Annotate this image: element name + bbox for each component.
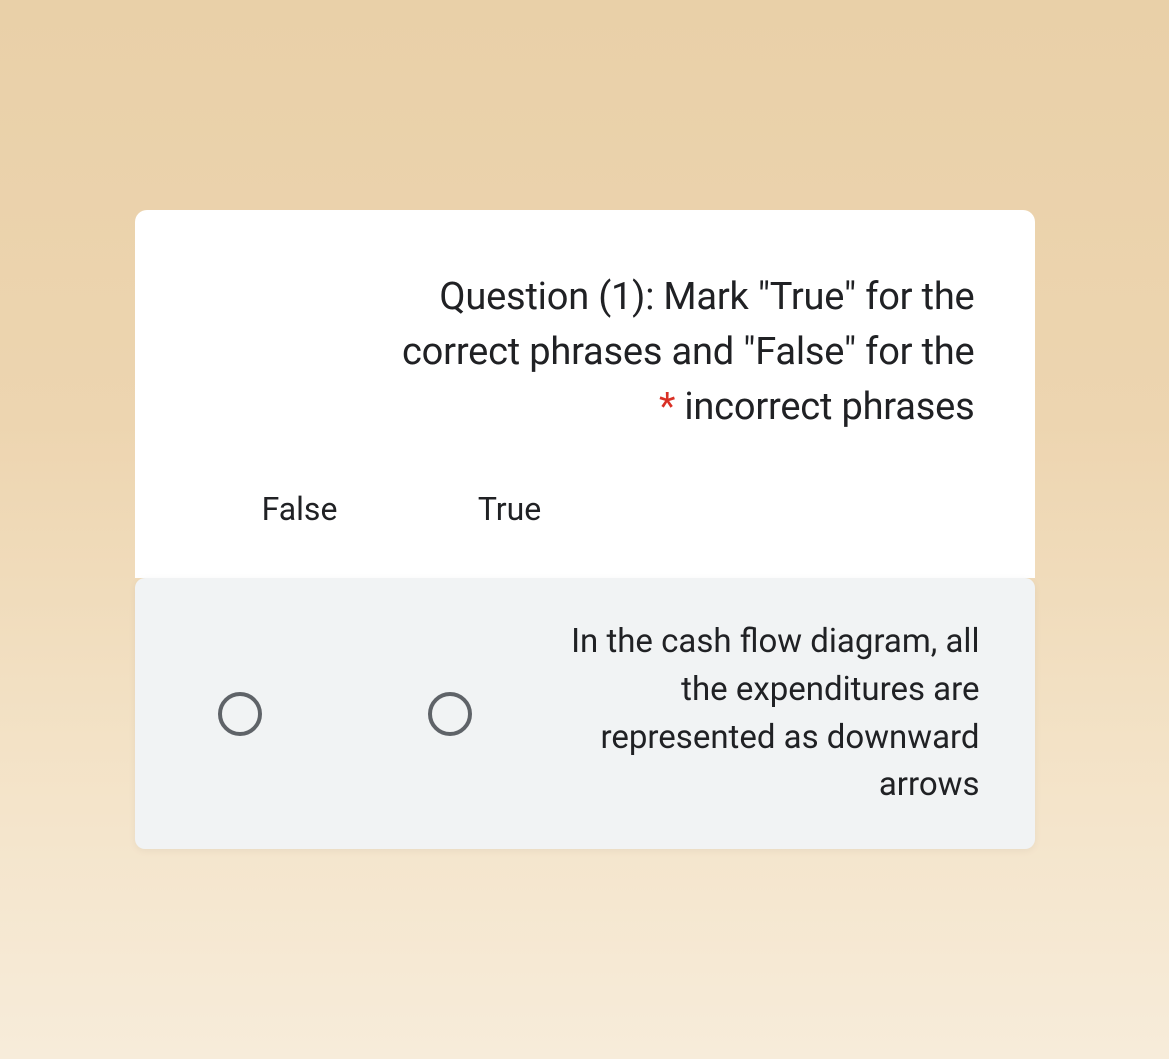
radio-cell-true — [345, 692, 555, 736]
radio-option-false[interactable] — [218, 692, 262, 736]
question-row: In the cash flow diagram, all the expend… — [135, 578, 1035, 849]
radio-option-true[interactable] — [428, 692, 472, 736]
question-title: Question (1): Mark "True" for the correc… — [195, 270, 975, 435]
question-title-line3: incorrect phrases — [675, 385, 974, 429]
column-header-false: False — [195, 490, 405, 528]
column-header-true: True — [405, 490, 615, 528]
question-card: Question (1): Mark "True" for the correc… — [135, 210, 1035, 850]
radio-cell-false — [135, 692, 345, 736]
question-title-line1: Question (1): Mark "True" for the — [439, 275, 974, 319]
question-title-line2: correct phrases and "False" for the — [402, 330, 975, 374]
question-header-section: Question (1): Mark "True" for the correc… — [135, 210, 1035, 578]
row-statement-text: In the cash flow diagram, all the expend… — [555, 618, 1015, 809]
column-headers: False True — [195, 490, 975, 538]
required-indicator: * — [659, 385, 675, 429]
